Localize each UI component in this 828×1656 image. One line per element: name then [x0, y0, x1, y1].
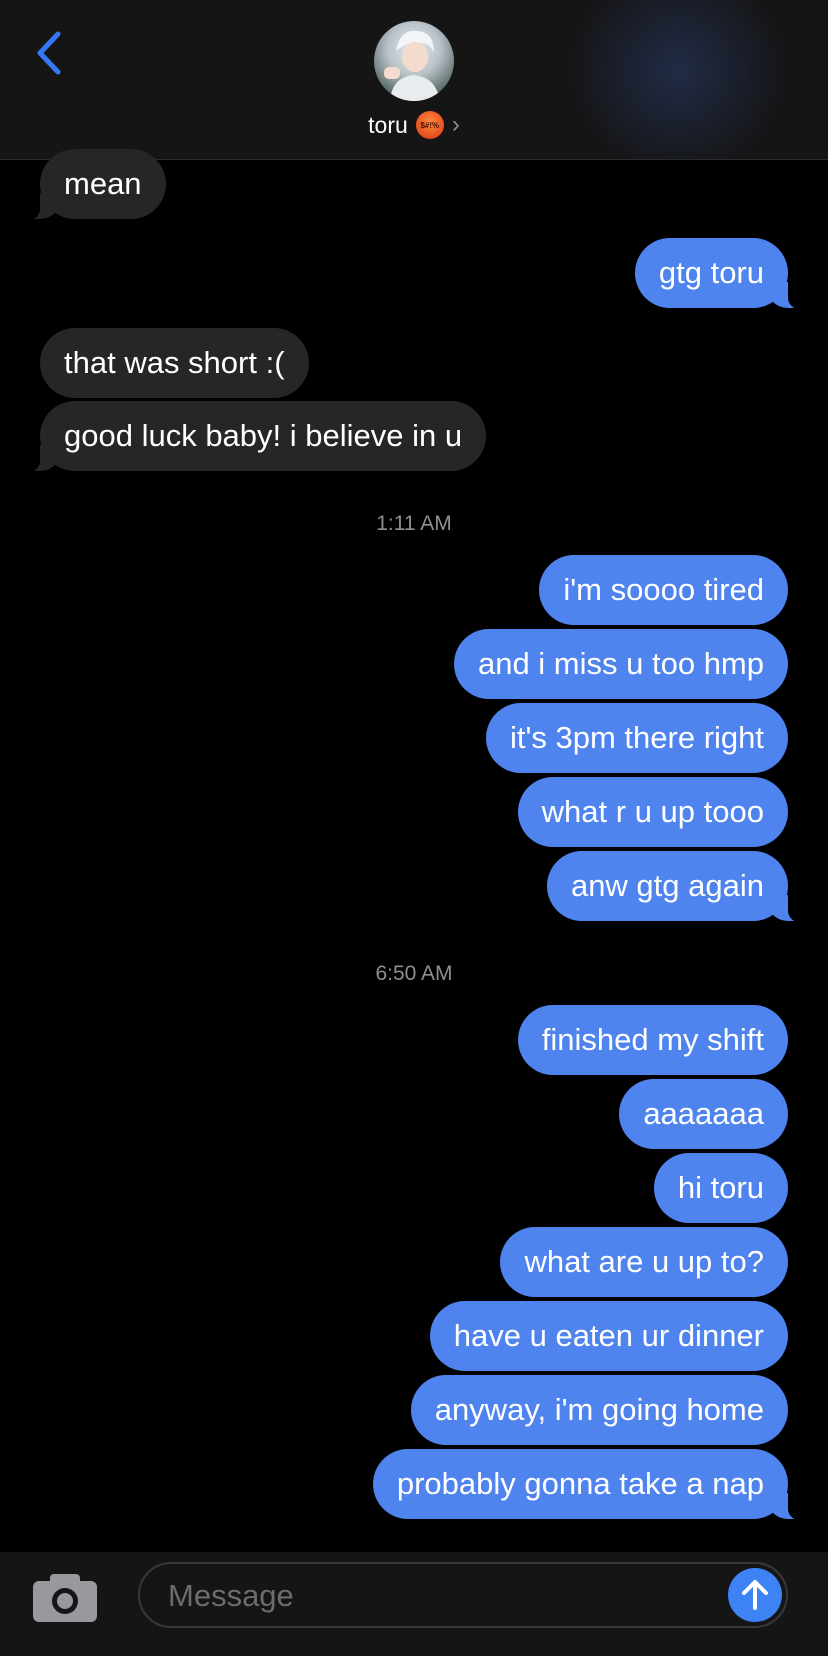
chevron-right-icon: ›: [451, 111, 460, 138]
back-chevron-icon: [37, 31, 61, 75]
message-received[interactable]: mean: [18, 149, 166, 221]
message-received[interactable]: good luck baby! i believe in u: [17, 401, 487, 473]
message-field-wrapper: [138, 1562, 788, 1628]
back-button[interactable]: [28, 28, 68, 78]
message-sent[interactable]: anyway, i'm going home: [410, 1375, 788, 1445]
message-input[interactable]: [166, 1564, 690, 1628]
message-received[interactable]: that was short :(: [40, 328, 309, 398]
timestamp: 6:50 AM: [375, 962, 453, 985]
avatar-image: [384, 30, 440, 101]
message-sent[interactable]: anw gtg again: [546, 851, 811, 923]
timestamp: 1:11 AM: [376, 512, 452, 535]
contact-name: toru: [368, 111, 408, 138]
message-sent[interactable]: what r u up tooo: [517, 777, 788, 847]
message-sent[interactable]: aaaaaaa: [619, 1079, 788, 1149]
message-sent[interactable]: have u eaten ur dinner: [429, 1301, 788, 1371]
message-sent[interactable]: hi toru: [653, 1153, 788, 1223]
message-sent[interactable]: and i miss u too hmp: [453, 629, 788, 699]
message-sent[interactable]: it's 3pm there right: [485, 703, 788, 773]
message-sent[interactable]: gtg toru: [634, 238, 811, 310]
message-sent[interactable]: finished my shift: [517, 1005, 788, 1075]
message-sent[interactable]: what are u up to?: [500, 1227, 788, 1297]
send-button[interactable]: [728, 1568, 782, 1622]
contact-avatar[interactable]: [374, 21, 454, 101]
messages-screen: toru $#!% › mean gtg toru that was short…: [0, 0, 828, 1656]
send-arrow-icon: [742, 1580, 768, 1610]
camera-button[interactable]: [32, 1573, 98, 1623]
camera-icon: [33, 1574, 97, 1622]
message-sent[interactable]: i'm soooo tired: [539, 555, 788, 625]
message-sent[interactable]: probably gonna take a nap: [372, 1449, 811, 1521]
angry-emoji-icon: $#!%: [415, 111, 444, 139]
conversation-header: toru $#!% ›: [0, 0, 828, 160]
contact-name-row[interactable]: toru $#!% ›: [0, 108, 828, 142]
emoji-text: $#!%: [420, 120, 440, 130]
composer-bar: [0, 1552, 828, 1656]
